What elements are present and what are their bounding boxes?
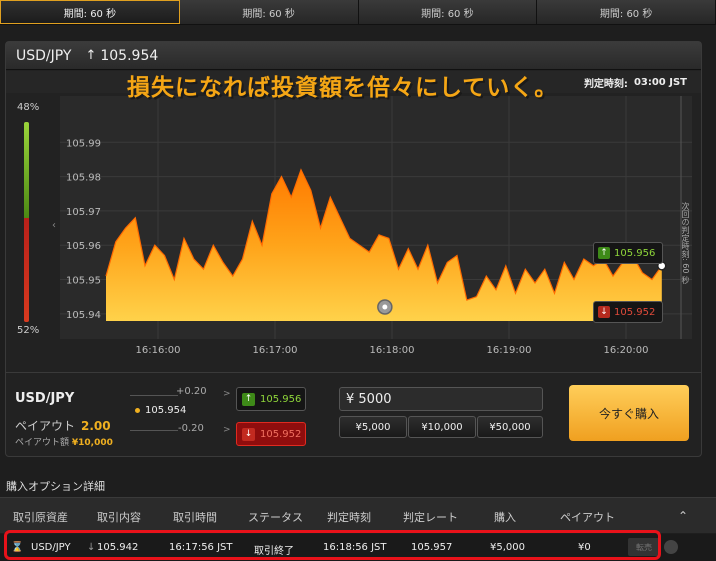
- preset-10000-button[interactable]: ¥10,000: [408, 416, 476, 438]
- amount-input[interactable]: [339, 387, 543, 411]
- low-button[interactable]: ↓ 105.952: [236, 422, 306, 446]
- hourglass-icon: ⌛: [11, 542, 24, 553]
- info-icon[interactable]: [664, 540, 678, 554]
- column-header: 購入: [494, 511, 516, 524]
- resell-button[interactable]: 転売: [628, 538, 660, 556]
- gauge-red-fill: [24, 218, 29, 322]
- tab-period-2[interactable]: 期間: 60 秒: [179, 0, 359, 24]
- column-header: ペイアウト: [560, 511, 615, 524]
- low-button-price: 105.952: [260, 428, 302, 440]
- up-arrow-icon: ↑: [598, 247, 610, 259]
- column-header: ステータス: [248, 511, 303, 524]
- row-asset: USD/JPY: [31, 542, 71, 553]
- row-purchase: ¥5,000: [490, 542, 525, 553]
- up-arrow-icon: ↑: [85, 48, 97, 63]
- y-tick-label: 105.98: [66, 173, 101, 184]
- y-tick-label: 105.96: [66, 241, 101, 252]
- low-price-value: 105.952: [614, 306, 656, 318]
- preset-5000-button[interactable]: ¥5,000: [339, 416, 407, 438]
- payout-label: ペイアウト: [15, 419, 76, 433]
- row-status: 取引終了: [254, 546, 294, 557]
- overlay-caption: 損失になれば投資額を倍々にしていく。: [127, 75, 559, 101]
- preset-50000-button[interactable]: ¥50,000: [477, 416, 543, 438]
- current-price: 105.954: [145, 405, 187, 416]
- column-header: 判定レート: [403, 511, 458, 524]
- header-symbol: USD/JPY: [16, 47, 72, 64]
- plus-offset: +0.20: [176, 386, 207, 397]
- details-header-row: 取引原資産 取引内容 取引時間 ステータス 判定時刻 判定レート 購入 ペイアウ…: [0, 497, 716, 533]
- entry-marker-dot: [382, 304, 388, 310]
- header-price: 105.954: [100, 47, 159, 64]
- row-time: 16:17:56 JST: [169, 542, 233, 553]
- tab-period-3[interactable]: 期間: 60 秒: [358, 0, 538, 24]
- down-arrow-icon: ↓: [242, 427, 255, 441]
- row-content: 105.942: [97, 542, 139, 553]
- panel-header: USD/JPY ↑ 105.954: [6, 42, 701, 70]
- up-arrow-icon: ↑: [242, 392, 255, 406]
- buy-now-button[interactable]: 今すぐ購入: [569, 385, 689, 441]
- plus-offset-line: [130, 395, 178, 396]
- y-tick-label: 105.94: [66, 310, 101, 321]
- x-tick-label: 16:20:00: [604, 345, 649, 356]
- period-tabs: 期間: 60 秒 期間: 60 秒 期間: 60 秒 期間: 60 秒: [0, 0, 716, 25]
- payout-rate: ペイアウト 2.00: [15, 417, 111, 434]
- minus-offset-line: [130, 430, 178, 431]
- collapse-icon[interactable]: ⌃: [678, 509, 688, 523]
- x-tick-label: 16:19:00: [487, 345, 532, 356]
- payout-amount-label: ペイアウト額: [15, 438, 70, 448]
- high-price-value: 105.956: [614, 247, 656, 259]
- next-judge-label: 次回の判定時刻: 60 秒: [681, 202, 690, 284]
- x-tick-label: 16:16:00: [136, 345, 181, 356]
- x-tick-label: 16:17:00: [253, 345, 298, 356]
- current-price-indicator: 105.954: [135, 405, 186, 416]
- trade-symbol: USD/JPY: [15, 391, 75, 406]
- high-button-price: 105.956: [260, 393, 302, 405]
- table-row: ⌛ USD/JPY ↓ 105.942 16:17:56 JST 取引終了 16…: [0, 534, 716, 561]
- low-price-tag: ↓ 105.952: [593, 301, 663, 323]
- judge-time: 03:00 JST: [633, 76, 687, 88]
- minus-offset: -0.20: [178, 423, 204, 434]
- details-title: 購入オプション詳細: [6, 480, 105, 493]
- gauge-green-fill: [24, 122, 29, 218]
- gauge-bottom-percent: 52%: [17, 325, 40, 336]
- column-header: 取引時間: [173, 511, 217, 524]
- payout-value: 2.00: [81, 419, 111, 433]
- trade-area: USD/JPY ペイアウト 2.00 ペイアウト額 ¥10,000 +0.20 -…: [6, 372, 701, 456]
- judge-label: 判定時刻:: [583, 78, 628, 90]
- column-header: 判定時刻: [327, 511, 371, 524]
- chevron-right-icon: >: [223, 389, 231, 399]
- row-payout: ¥0: [578, 542, 591, 553]
- y-tick-label: 105.99: [66, 138, 101, 149]
- high-button[interactable]: ↑ 105.956: [236, 387, 306, 411]
- traders-choice-gauge: [24, 122, 29, 322]
- tab-period-4[interactable]: 期間: 60 秒: [537, 0, 716, 24]
- y-tick-label: 105.97: [66, 207, 101, 218]
- column-header: 取引内容: [97, 511, 141, 524]
- row-judge-rate: 105.957: [411, 542, 453, 553]
- down-arrow-icon: ↓: [87, 542, 96, 553]
- x-tick-label: 16:18:00: [370, 345, 415, 356]
- down-arrow-icon: ↓: [598, 306, 610, 318]
- trading-panel: USD/JPY ↑ 105.954 判定時刻: 03:00 JST 48% 52…: [5, 41, 702, 457]
- y-tick-label: 105.95: [66, 276, 101, 287]
- column-header: 取引原資産: [13, 511, 68, 524]
- row-judge-time: 16:18:56 JST: [323, 542, 387, 553]
- price-dot-icon: [135, 407, 140, 413]
- chevron-right-icon: >: [223, 425, 231, 435]
- gauge-top-percent: 48%: [17, 102, 40, 113]
- payout-amount-value: ¥10,000: [71, 438, 113, 448]
- tab-period-1[interactable]: 期間: 60 秒: [0, 0, 180, 24]
- payout-amount: ペイアウト額 ¥10,000: [15, 435, 113, 448]
- high-price-tag: ↑ 105.956: [593, 242, 663, 264]
